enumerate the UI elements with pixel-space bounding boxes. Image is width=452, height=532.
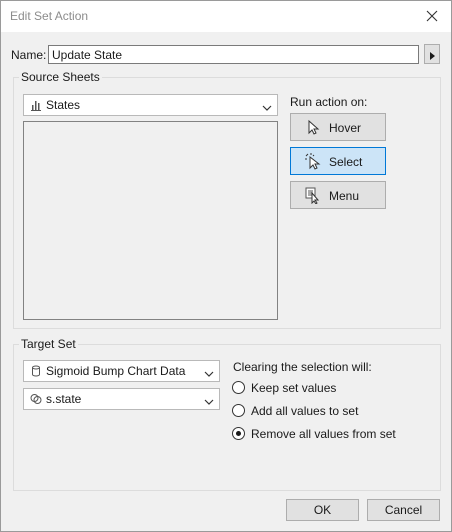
select-action-label: Select bbox=[329, 155, 363, 169]
menu-action-label: Menu bbox=[329, 189, 360, 203]
bar-chart-icon bbox=[30, 99, 42, 111]
set-value: s.state bbox=[46, 392, 82, 406]
hover-action-label: Hover bbox=[329, 121, 362, 135]
remove-all-values-label: Remove all values from set bbox=[251, 427, 396, 441]
ok-button[interactable]: OK bbox=[286, 499, 359, 521]
select-cursor-icon bbox=[305, 153, 321, 170]
source-sheets-label: Source Sheets bbox=[19, 70, 102, 84]
source-sheets-list[interactable] bbox=[23, 121, 278, 320]
clearing-label: Clearing the selection will: bbox=[233, 360, 372, 374]
title-bar: Edit Set Action bbox=[1, 1, 451, 32]
source-sheet-value: States bbox=[46, 98, 81, 112]
set-select[interactable]: s.state bbox=[23, 388, 220, 410]
cancel-button[interactable]: Cancel bbox=[367, 499, 440, 521]
hover-cursor-icon bbox=[305, 119, 321, 136]
name-label: Name: bbox=[11, 48, 47, 62]
chevron-down-icon bbox=[262, 101, 272, 111]
play-arrow-icon bbox=[429, 50, 437, 64]
chevron-down-icon bbox=[204, 395, 214, 405]
datasource-value: Sigmoid Bump Chart Data bbox=[46, 364, 186, 378]
remove-all-values-radio[interactable] bbox=[232, 427, 245, 440]
keep-set-values-radio[interactable] bbox=[232, 381, 245, 394]
chevron-down-icon bbox=[204, 367, 214, 377]
source-sheet-select[interactable]: States bbox=[23, 94, 278, 116]
add-all-values-radio[interactable] bbox=[232, 404, 245, 417]
add-all-values-label: Add all values to set bbox=[251, 404, 359, 418]
name-input[interactable] bbox=[48, 45, 419, 64]
database-icon bbox=[30, 365, 42, 377]
run-action-label: Run action on: bbox=[290, 95, 368, 109]
close-icon[interactable] bbox=[422, 6, 442, 26]
target-set-label: Target Set bbox=[19, 337, 78, 351]
hover-action-button[interactable]: Hover bbox=[290, 113, 386, 141]
dialog-title: Edit Set Action bbox=[10, 9, 89, 23]
datasource-select[interactable]: Sigmoid Bump Chart Data bbox=[23, 360, 220, 382]
keep-set-values-label: Keep set values bbox=[251, 381, 337, 395]
menu-cursor-icon bbox=[305, 187, 321, 205]
set-icon bbox=[30, 393, 42, 405]
edit-set-action-dialog: Edit Set Action Name: Source Sheets Stat… bbox=[0, 0, 452, 532]
menu-action-button[interactable]: Menu bbox=[290, 181, 386, 209]
insert-field-button[interactable] bbox=[424, 44, 440, 64]
select-action-button[interactable]: Select bbox=[290, 147, 386, 175]
